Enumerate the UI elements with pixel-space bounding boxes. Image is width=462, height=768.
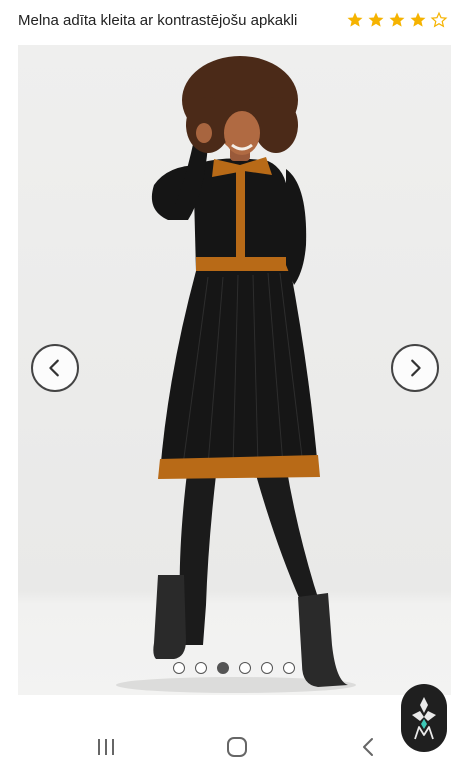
star-filled-icon (410, 12, 426, 27)
star-filled-icon (347, 12, 363, 27)
home-button[interactable] (222, 732, 252, 762)
back-icon (363, 738, 373, 756)
chevron-right-icon (411, 359, 421, 377)
previous-image-button[interactable] (31, 344, 79, 392)
product-image-gallery[interactable] (18, 45, 451, 695)
pagination-dot-active[interactable] (217, 662, 229, 674)
product-header: Melna adīta kleita ar kontrastējošu apka… (0, 0, 462, 44)
star-filled-icon (368, 12, 384, 27)
pagination-dot[interactable] (283, 662, 295, 674)
star-filled-icon (389, 12, 405, 27)
system-navigation-bar (0, 712, 462, 768)
product-title: Melna adīta kleita ar kontrastējošu apka… (18, 12, 298, 29)
gallery-pagination (173, 662, 295, 674)
dress-photo (116, 56, 356, 693)
pagination-dot[interactable] (173, 662, 185, 674)
back-button[interactable] (354, 732, 384, 762)
chevron-left-icon (49, 359, 59, 377)
recent-apps-icon (98, 739, 114, 755)
pagination-dot[interactable] (239, 662, 251, 674)
home-icon (227, 737, 247, 757)
next-image-button[interactable] (391, 344, 439, 392)
pagination-dot[interactable] (195, 662, 207, 674)
rating-stars (346, 11, 448, 29)
recent-apps-button[interactable] (91, 732, 121, 762)
star-empty-icon (430, 11, 448, 28)
pagination-dot[interactable] (261, 662, 273, 674)
